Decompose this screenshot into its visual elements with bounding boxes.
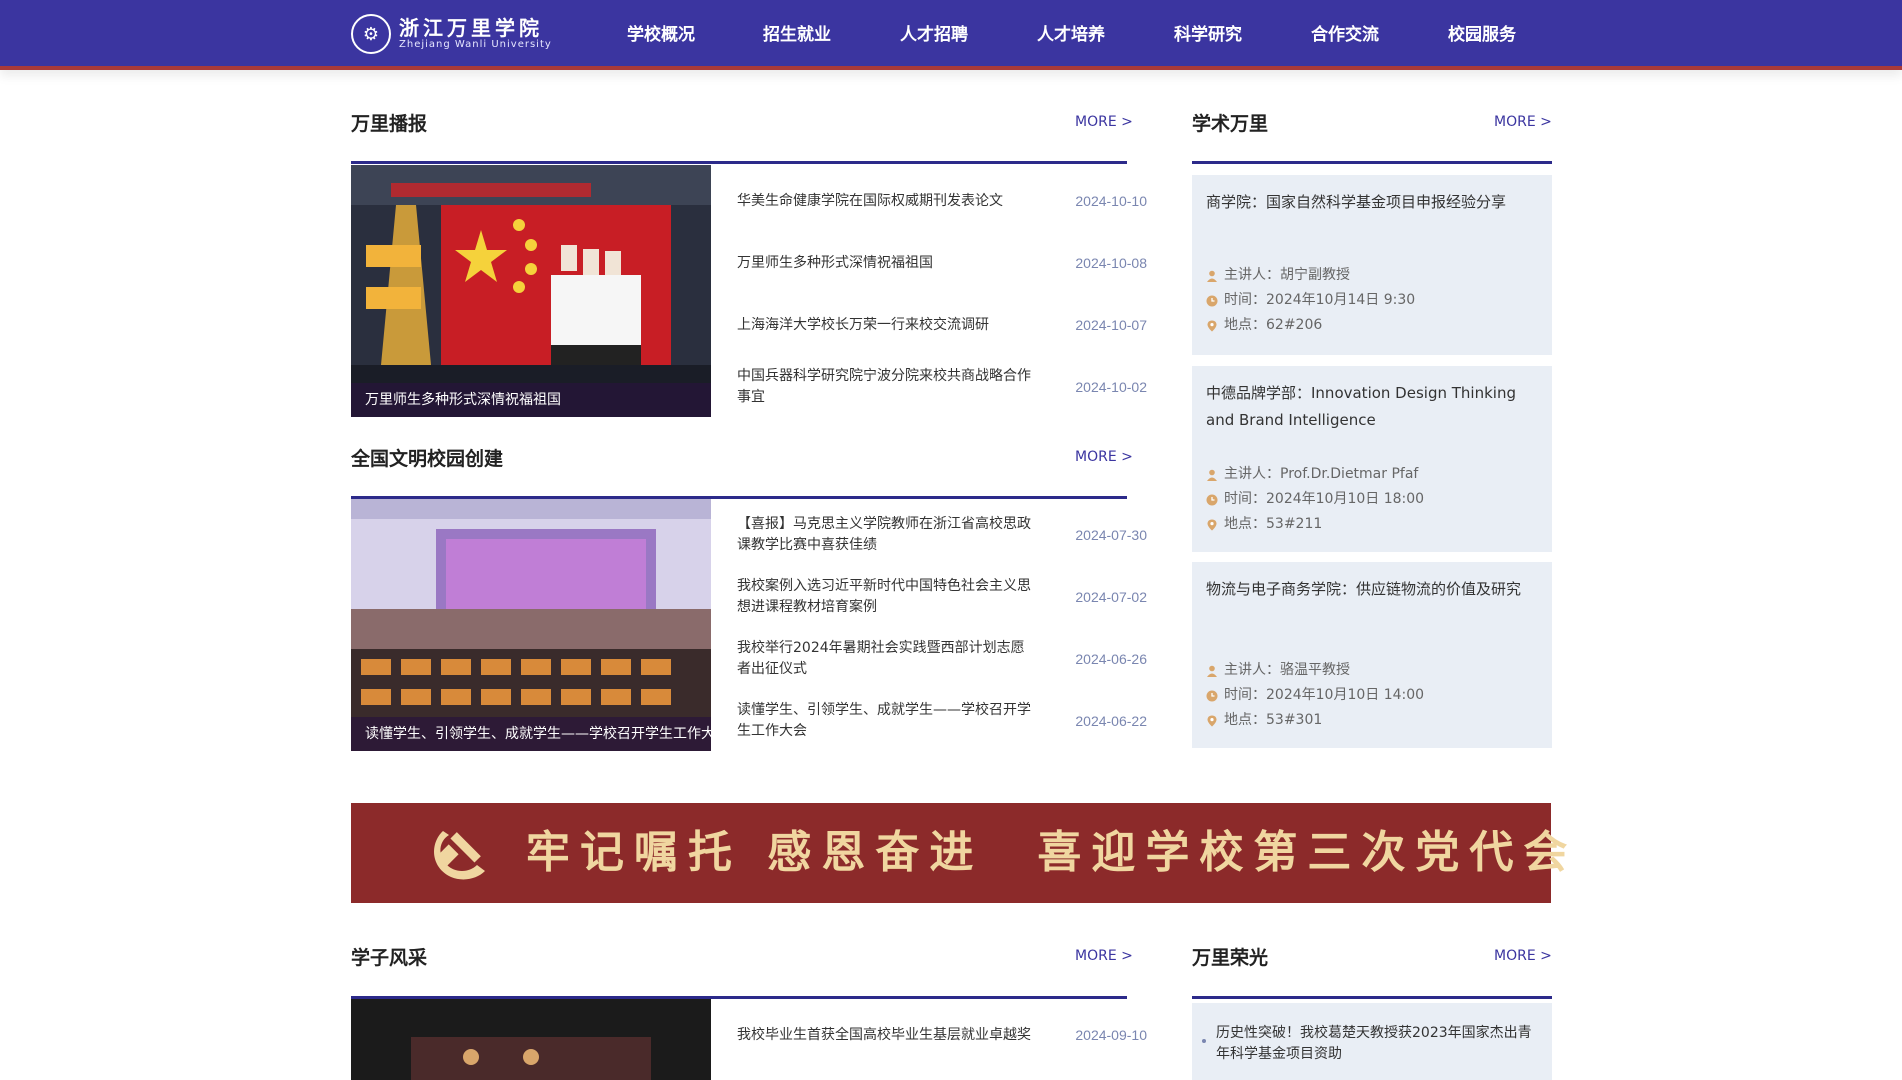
student-style-feature-image[interactable] bbox=[351, 999, 711, 1080]
section-divider bbox=[1192, 996, 1552, 999]
news-item[interactable]: 读懂学生、引领学生、成就学生——学校召开学生工作大会 2024-06-22 bbox=[737, 690, 1147, 752]
academic-card[interactable]: 商学院：国家自然科学基金项目申报经验分享 主讲人：胡宁副教授 时间：2024年1… bbox=[1192, 175, 1552, 355]
civilized-campus-more-link[interactable]: MORE > bbox=[1075, 447, 1133, 467]
nav-item-talent-cultivation[interactable]: 人才培养 bbox=[1037, 22, 1105, 48]
academic-card[interactable]: 物流与电子商务学院：供应链物流的价值及研究 主讲人：骆温平教授 时间：2024年… bbox=[1192, 562, 1552, 748]
news-date: 2024-10-10 bbox=[1075, 193, 1147, 209]
news-date: 2024-06-26 bbox=[1075, 651, 1147, 667]
academic-speaker: 主讲人：Prof.Dr.Dietmar Pfaf bbox=[1224, 466, 1419, 482]
news-title: 中国兵器科学研究院宁波分院来校共商战略合作事宜 bbox=[737, 368, 1031, 405]
nav-item-scientific-research[interactable]: 科学研究 bbox=[1174, 22, 1242, 48]
section-divider bbox=[1192, 161, 1552, 164]
section-title-student-style: 学子风采 bbox=[351, 947, 428, 969]
section-title-wanli-news: 万里播报 bbox=[351, 113, 428, 135]
news-date: 2024-10-02 bbox=[1075, 379, 1147, 395]
section-title-academic: 学术万里 bbox=[1192, 113, 1269, 135]
academic-speaker: 主讲人：骆温平教授 bbox=[1224, 662, 1350, 678]
person-icon bbox=[1207, 469, 1217, 481]
flag-celebration-photo bbox=[351, 165, 711, 417]
section-title-honor: 万里荣光 bbox=[1192, 947, 1269, 969]
academic-time: 时间：2024年10月10日 18:00 bbox=[1224, 491, 1425, 507]
academic-meta: 主讲人：Prof.Dr.Dietmar Pfaf 时间：2024年10月10日 … bbox=[1206, 462, 1424, 537]
section-divider bbox=[351, 161, 1127, 164]
feature-caption: 读懂学生、引领学生、成就学生——学校召开学生工作大会 bbox=[351, 717, 711, 751]
academic-place: 地点：53#211 bbox=[1224, 516, 1323, 532]
wanli-news-list: 华美生命健康学院在国际权威期刊发表论文 2024-10-10 万里师生多种形式深… bbox=[737, 170, 1147, 418]
nav-item-school-overview[interactable]: 学校概况 bbox=[627, 22, 695, 48]
news-item[interactable]: 中国兵器科学研究院宁波分院来校共商战略合作事宜 2024-10-02 bbox=[737, 356, 1147, 418]
section-title-civilized-campus: 全国文明校园创建 bbox=[351, 448, 504, 470]
news-item[interactable]: 【喜报】马克思主义学院教师在浙江省高校思政课教学比赛中喜获佳绩 2024-07-… bbox=[737, 504, 1147, 566]
news-item[interactable]: 上海海洋大学校长万荣一行来校交流调研 2024-10-07 bbox=[737, 294, 1147, 356]
academic-speaker: 主讲人：胡宁副教授 bbox=[1224, 267, 1350, 283]
news-title: 我校毕业生首获全国高校毕业生基层就业卓越奖 bbox=[737, 1026, 1031, 1043]
university-seal-icon: ⚙ bbox=[351, 14, 391, 54]
nav-item-campus-services[interactable]: 校园服务 bbox=[1448, 22, 1516, 48]
academic-title: 商学院：国家自然科学基金项目申报经验分享 bbox=[1206, 193, 1507, 211]
academic-time: 时间：2024年10月10日 14:00 bbox=[1224, 687, 1425, 703]
academic-meta: 主讲人：骆温平教授 时间：2024年10月10日 14:00 地点：53#301 bbox=[1206, 658, 1424, 733]
academic-more-link[interactable]: MORE > bbox=[1494, 112, 1552, 132]
nav-item-cooperation[interactable]: 合作交流 bbox=[1311, 22, 1379, 48]
student-style-list: 我校毕业生首获全国高校毕业生基层就业卓越奖 2024-09-10 bbox=[737, 1004, 1147, 1066]
news-title: 华美生命健康学院在国际权威期刊发表论文 bbox=[737, 192, 1003, 209]
student-style-more-link[interactable]: MORE > bbox=[1075, 946, 1133, 966]
bullet-dot-icon bbox=[1202, 1039, 1206, 1043]
award-photo bbox=[351, 999, 711, 1080]
honor-more-link[interactable]: MORE > bbox=[1494, 946, 1552, 966]
feature-caption: 万里师生多种形式深情祝福祖国 bbox=[351, 383, 711, 417]
academic-card[interactable]: 中德品牌学部：Innovation Design Thinking and Br… bbox=[1192, 366, 1552, 552]
civilized-campus-feature-image[interactable]: 读懂学生、引领学生、成就学生——学校召开学生工作大会 bbox=[351, 499, 711, 751]
news-date: 2024-07-02 bbox=[1075, 589, 1147, 605]
news-title: 上海海洋大学校长万荣一行来校交流调研 bbox=[737, 316, 989, 333]
clock-icon bbox=[1206, 690, 1218, 701]
wanli-news-more-link[interactable]: MORE > bbox=[1075, 112, 1133, 132]
nav-item-admission-employment[interactable]: 招生就业 bbox=[763, 22, 831, 48]
news-title: 我校案例入选习近平新时代中国特色社会主义思想进课程教材培育案例 bbox=[737, 578, 1031, 615]
hammer-sickle-icon bbox=[434, 831, 485, 880]
news-title: 我校举行2024年暑期社会实践暨西部计划志愿者出征仪式 bbox=[737, 640, 1025, 677]
nav-item-recruitment[interactable]: 人才招聘 bbox=[900, 22, 968, 48]
person-icon bbox=[1207, 270, 1217, 282]
news-title: 【喜报】马克思主义学院教师在浙江省高校思政课教学比赛中喜获佳绩 bbox=[737, 516, 1031, 553]
wanli-news-feature-image[interactable]: 万里师生多种形式深情祝福祖国 bbox=[351, 165, 711, 417]
location-pin-icon bbox=[1207, 715, 1217, 726]
news-date: 2024-09-10 bbox=[1075, 1027, 1147, 1043]
news-date: 2024-07-30 bbox=[1075, 527, 1147, 543]
location-pin-icon bbox=[1207, 320, 1217, 331]
clock-icon bbox=[1206, 295, 1218, 306]
academic-time: 时间：2024年10月14日 9:30 bbox=[1224, 292, 1416, 308]
news-date: 2024-06-22 bbox=[1075, 713, 1147, 729]
logo-chinese-name: 浙江万里学院 bbox=[399, 16, 543, 40]
site-logo[interactable]: ⚙ 浙江万里学院 Zhejiang Wanli University bbox=[351, 14, 552, 54]
clock-icon bbox=[1206, 494, 1218, 505]
academic-place: 地点：53#301 bbox=[1224, 712, 1323, 728]
news-date: 2024-10-08 bbox=[1075, 255, 1147, 271]
party-congress-banner[interactable]: 牢记嘱托 感恩奋进 喜迎学校第三次党代会 bbox=[351, 803, 1567, 903]
civilized-campus-list: 【喜报】马克思主义学院教师在浙江省高校思政课教学比赛中喜获佳绩 2024-07-… bbox=[737, 504, 1147, 752]
academic-meta: 主讲人：胡宁副教授 时间：2024年10月14日 9:30 地点：62#206 bbox=[1206, 263, 1415, 338]
news-title: 读懂学生、引领学生、成就学生——学校召开学生工作大会 bbox=[737, 702, 1031, 739]
news-item[interactable]: 我校毕业生首获全国高校毕业生基层就业卓越奖 2024-09-10 bbox=[737, 1004, 1147, 1066]
academic-place: 地点：62#206 bbox=[1224, 317, 1323, 333]
honor-item[interactable]: 历史性突破！我校葛楚天教授获2023年国家杰出青年科学基金项目资助 bbox=[1192, 1003, 1552, 1080]
news-item[interactable]: 我校举行2024年暑期社会实践暨西部计划志愿者出征仪式 2024-06-26 bbox=[737, 628, 1147, 690]
logo-english-name: Zhejiang Wanli University bbox=[399, 39, 552, 50]
academic-title: 物流与电子商务学院：供应链物流的价值及研究 bbox=[1206, 580, 1522, 598]
site-header: ⚙ 浙江万里学院 Zhejiang Wanli University 学校概况 … bbox=[0, 0, 1902, 70]
conference-photo bbox=[351, 499, 711, 751]
news-item[interactable]: 我校案例入选习近平新时代中国特色社会主义思想进课程教材培育案例 2024-07-… bbox=[737, 566, 1147, 628]
news-item[interactable]: 华美生命健康学院在国际权威期刊发表论文 2024-10-10 bbox=[737, 170, 1147, 232]
news-date: 2024-10-07 bbox=[1075, 317, 1147, 333]
honor-title: 历史性突破！我校葛楚天教授获2023年国家杰出青年科学基金项目资助 bbox=[1216, 1025, 1532, 1062]
location-pin-icon bbox=[1207, 519, 1217, 530]
banner-slogan: 牢记嘱托 感恩奋进 喜迎学校第三次党代会 bbox=[526, 827, 1578, 878]
academic-title: 中德品牌学部：Innovation Design Thinking and Br… bbox=[1206, 384, 1516, 429]
person-icon bbox=[1207, 665, 1217, 677]
news-item[interactable]: 万里师生多种形式深情祝福祖国 2024-10-08 bbox=[737, 232, 1147, 294]
news-title: 万里师生多种形式深情祝福祖国 bbox=[737, 254, 933, 271]
